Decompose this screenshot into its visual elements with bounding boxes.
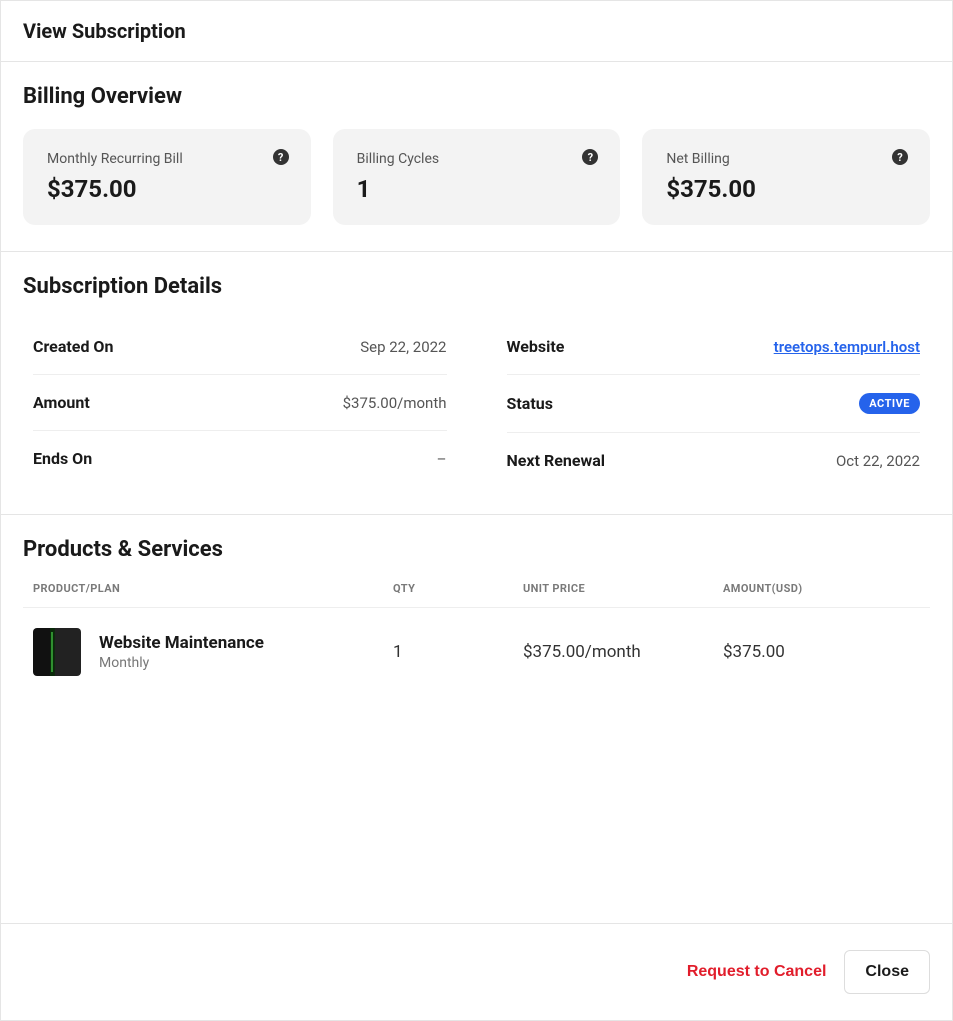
modal-footer: Request to Cancel Close <box>1 923 952 1020</box>
card-label: Monthly Recurring Bill <box>47 151 287 167</box>
details-col-right: Website treetops.tempurl.host Status ACT… <box>507 319 921 488</box>
detail-row-next-renewal: Next Renewal Oct 22, 2022 <box>507 433 921 488</box>
detail-value: Oct 22, 2022 <box>836 452 920 470</box>
product-name: Website Maintenance <box>99 633 264 653</box>
product-unit-price: $375.00/month <box>523 642 723 662</box>
products-services-section: Products & Services PRODUCT/PLAN QTY UNI… <box>1 515 952 756</box>
card-label: Billing Cycles <box>357 151 597 167</box>
detail-value: $375.00/month <box>343 394 447 412</box>
help-icon[interactable]: ? <box>892 149 908 165</box>
card-monthly-recurring-bill: ? Monthly Recurring Bill $375.00 <box>23 129 311 225</box>
detail-label: Status <box>507 394 553 413</box>
detail-label: Created On <box>33 337 113 356</box>
col-header-product: PRODUCT/PLAN <box>33 582 393 595</box>
detail-value: Sep 22, 2022 <box>360 338 446 356</box>
products-services-heading: Products & Services <box>23 537 930 562</box>
detail-row-ends-on: Ends On – <box>33 431 447 486</box>
subscription-details-heading: Subscription Details <box>23 274 930 299</box>
detail-label: Ends On <box>33 449 92 468</box>
detail-row-amount: Amount $375.00/month <box>33 375 447 431</box>
products-table-header: PRODUCT/PLAN QTY UNIT PRICE AMOUNT(USD) <box>23 582 930 607</box>
subscription-details-section: Subscription Details Created On Sep 22, … <box>1 252 952 515</box>
close-button[interactable]: Close <box>844 950 930 994</box>
card-value: $375.00 <box>47 175 287 203</box>
card-value: $375.00 <box>666 175 906 203</box>
product-amount: $375.00 <box>723 642 920 662</box>
status-badge: ACTIVE <box>859 393 920 414</box>
detail-label: Amount <box>33 393 90 412</box>
details-grid: Created On Sep 22, 2022 Amount $375.00/m… <box>23 319 930 488</box>
card-value: 1 <box>357 175 597 203</box>
modal-content: Billing Overview ? Monthly Recurring Bil… <box>1 62 952 923</box>
product-row: Website Maintenance Monthly 1 $375.00/mo… <box>23 607 930 696</box>
billing-cards: ? Monthly Recurring Bill $375.00 ? Billi… <box>23 129 930 225</box>
detail-label: Website <box>507 337 565 356</box>
billing-overview-section: Billing Overview ? Monthly Recurring Bil… <box>1 62 952 252</box>
server-icon <box>33 628 81 676</box>
detail-row-created-on: Created On Sep 22, 2022 <box>33 319 447 375</box>
details-col-left: Created On Sep 22, 2022 Amount $375.00/m… <box>33 319 447 488</box>
page-title: View Subscription <box>23 19 930 43</box>
product-cell-name: Website Maintenance Monthly <box>33 628 393 676</box>
website-link[interactable]: treetops.tempurl.host <box>774 338 920 356</box>
product-plan: Monthly <box>99 655 264 671</box>
col-header-unit-price: UNIT PRICE <box>523 582 723 595</box>
col-header-amount: AMOUNT(USD) <box>723 582 920 595</box>
card-label: Net Billing <box>666 151 906 167</box>
col-header-qty: QTY <box>393 582 523 595</box>
billing-overview-heading: Billing Overview <box>23 84 930 109</box>
help-icon[interactable]: ? <box>273 149 289 165</box>
detail-row-website: Website treetops.tempurl.host <box>507 319 921 375</box>
modal-header: View Subscription <box>1 1 952 62</box>
detail-value: – <box>437 450 447 468</box>
detail-label: Next Renewal <box>507 451 606 470</box>
detail-row-status: Status ACTIVE <box>507 375 921 433</box>
card-net-billing: ? Net Billing $375.00 <box>642 129 930 225</box>
card-billing-cycles: ? Billing Cycles 1 <box>333 129 621 225</box>
request-to-cancel-button[interactable]: Request to Cancel <box>687 963 827 981</box>
product-qty: 1 <box>393 642 523 662</box>
